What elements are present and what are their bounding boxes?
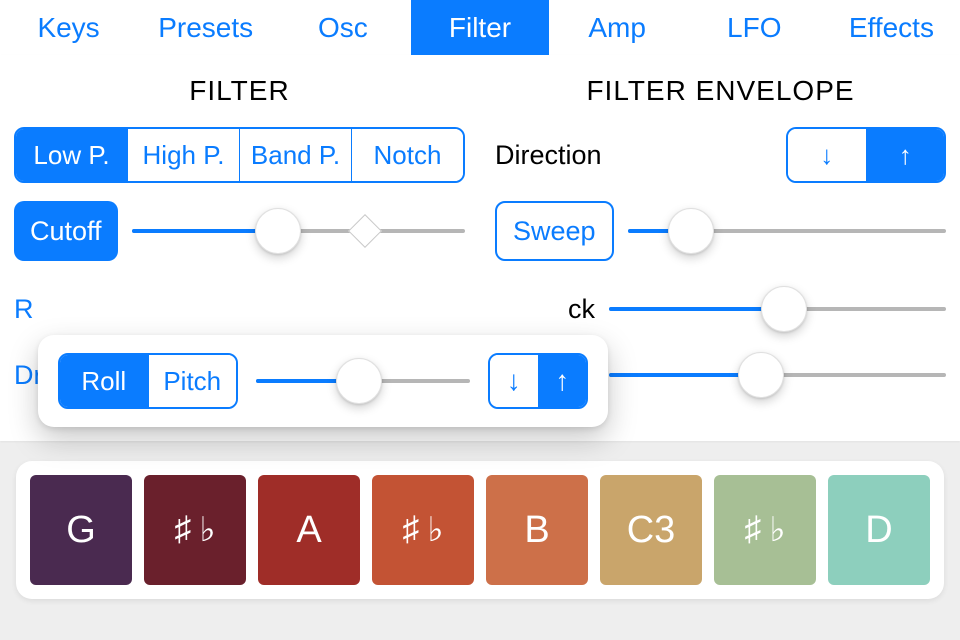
decay-thumb[interactable] xyxy=(738,352,784,398)
filter-type-notch[interactable]: Notch xyxy=(352,129,463,181)
sweep-slider[interactable] xyxy=(628,211,946,251)
key-label: B xyxy=(524,509,549,552)
key-label: C3 xyxy=(627,509,676,552)
attack-label-partial: ck xyxy=(495,279,595,339)
resonance-row: R xyxy=(14,279,465,339)
cutoff-thumb[interactable] xyxy=(255,208,301,254)
tab-bar: Keys Presets Osc Filter Amp LFO Effects xyxy=(0,0,960,55)
key-1[interactable]: ♯♭ xyxy=(144,475,246,585)
key-2[interactable]: A xyxy=(258,475,360,585)
attack-row: ck xyxy=(495,279,946,339)
cutoff-mod-marker-icon xyxy=(348,214,382,248)
flat-icon: ♭ xyxy=(199,510,215,550)
attack-thumb[interactable] xyxy=(761,286,807,332)
tilt-direction-segment[interactable]: ↓ ↑ xyxy=(488,353,588,409)
key-7[interactable]: D xyxy=(828,475,930,585)
attack-slider[interactable] xyxy=(609,289,946,329)
filter-type-highpass[interactable]: High P. xyxy=(128,129,240,181)
arrow-down-icon: ↓ xyxy=(507,365,521,397)
arrow-down-icon: ↓ xyxy=(820,140,833,171)
cutoff-label[interactable]: Cutoff xyxy=(14,201,118,261)
cutoff-slider[interactable] xyxy=(132,211,465,251)
filter-type-bandpass[interactable]: Band P. xyxy=(240,129,352,181)
direction-down[interactable]: ↓ xyxy=(788,129,867,181)
tab-keys[interactable]: Keys xyxy=(0,0,137,55)
filter-panel: FILTER Low P. High P. Band P. Notch Cuto… xyxy=(0,55,960,441)
sweep-label[interactable]: Sweep xyxy=(495,201,614,261)
filter-type-segment[interactable]: Low P. High P. Band P. Notch xyxy=(14,127,465,183)
flat-icon: ♭ xyxy=(769,510,785,550)
tilt-mode-roll[interactable]: Roll xyxy=(60,355,149,407)
tab-effects[interactable]: Effects xyxy=(823,0,960,55)
arrow-up-icon: ↑ xyxy=(899,140,912,171)
tilt-amount-slider[interactable] xyxy=(256,361,470,401)
direction-label: Direction xyxy=(495,140,602,171)
arrow-up-icon: ↑ xyxy=(555,365,569,397)
filter-title: FILTER xyxy=(14,75,465,107)
decay-slider[interactable] xyxy=(609,355,946,395)
filter-type-lowpass[interactable]: Low P. xyxy=(16,129,128,181)
sweep-thumb[interactable] xyxy=(668,208,714,254)
tab-filter[interactable]: Filter xyxy=(411,0,548,55)
key-5[interactable]: C3 xyxy=(600,475,702,585)
cutoff-row: Cutoff xyxy=(14,201,465,261)
tilt-mode-segment[interactable]: Roll Pitch xyxy=(58,353,238,409)
tilt-popover: Roll Pitch ↓ ↑ xyxy=(38,335,608,427)
key-label: D xyxy=(865,509,892,552)
flat-icon: ♭ xyxy=(427,510,443,550)
key-6[interactable]: ♯♭ xyxy=(714,475,816,585)
tilt-direction-up[interactable]: ↑ xyxy=(539,355,587,407)
tab-lfo[interactable]: LFO xyxy=(686,0,823,55)
tilt-mode-pitch[interactable]: Pitch xyxy=(149,355,237,407)
key-4[interactable]: B xyxy=(486,475,588,585)
key-0[interactable]: G xyxy=(30,475,132,585)
tilt-direction-down[interactable]: ↓ xyxy=(490,355,539,407)
tab-presets[interactable]: Presets xyxy=(137,0,274,55)
envelope-title: FILTER ENVELOPE xyxy=(495,75,946,107)
tab-amp[interactable]: Amp xyxy=(549,0,686,55)
resonance-label: R xyxy=(14,279,44,339)
key-label: A xyxy=(296,509,321,552)
keyboard-strip: G♯♭A♯♭BC3♯♭D xyxy=(16,461,944,599)
tilt-thumb[interactable] xyxy=(336,358,382,404)
direction-row: Direction ↓ ↑ xyxy=(495,127,946,183)
sharp-icon: ♯ xyxy=(174,510,191,550)
sweep-row: Sweep xyxy=(495,201,946,261)
sharp-icon: ♯ xyxy=(744,510,761,550)
sharp-icon: ♯ xyxy=(402,510,419,550)
key-label: G xyxy=(66,509,96,552)
direction-segment[interactable]: ↓ ↑ xyxy=(786,127,946,183)
tab-osc[interactable]: Osc xyxy=(274,0,411,55)
key-3[interactable]: ♯♭ xyxy=(372,475,474,585)
direction-up[interactable]: ↑ xyxy=(867,129,945,181)
